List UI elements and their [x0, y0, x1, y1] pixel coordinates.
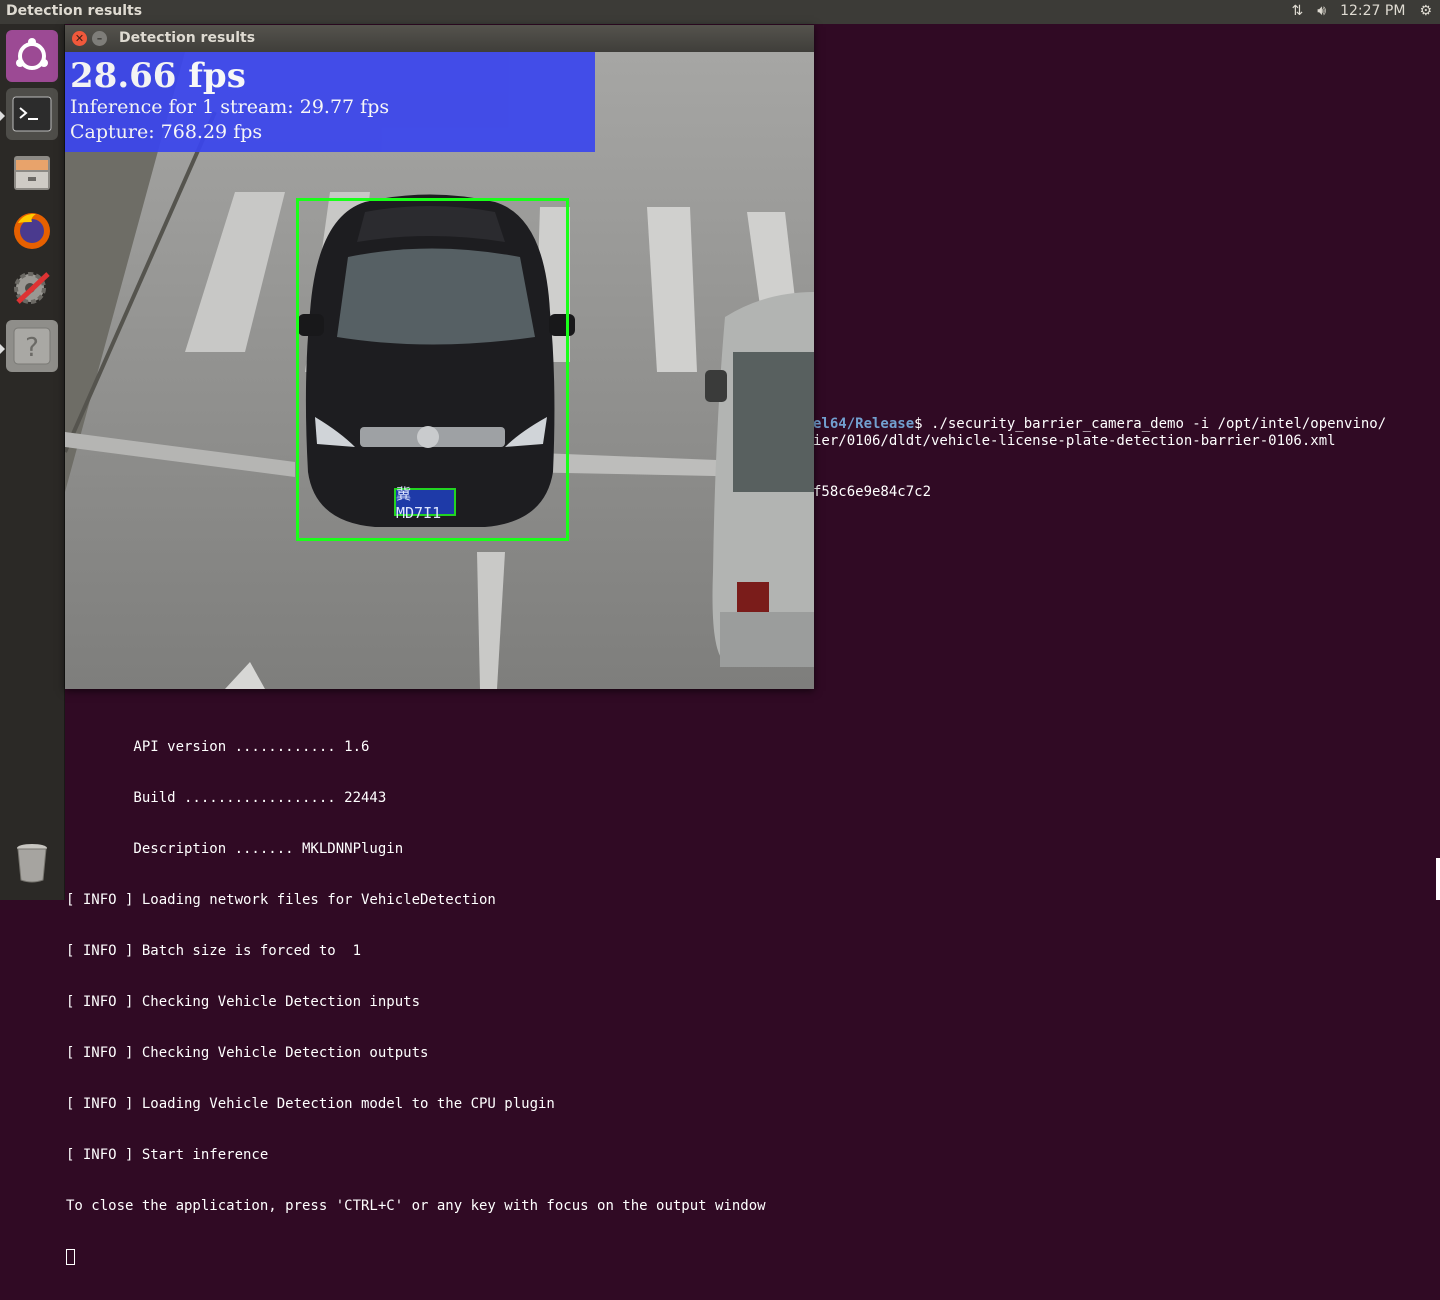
terminal-cursor — [66, 1249, 75, 1265]
output-line: Description ....... MKLDNNPlugin — [66, 841, 404, 857]
firefox-icon[interactable] — [6, 204, 58, 256]
close-button[interactable]: ✕ — [72, 31, 87, 46]
output-line: Build .................. 22443 — [66, 790, 387, 806]
launcher: ? — [0, 24, 65, 900]
output-line: [ INFO ] Checking Vehicle Detection inpu… — [66, 994, 421, 1010]
fps-value: 28.66 fps — [70, 56, 246, 96]
window-title: Detection results — [119, 30, 256, 46]
top-panel: Detection results ⇅ 🔊︎ 12:27 PM ⚙ — [0, 0, 1440, 24]
output-line: [ INFO ] Start inference — [66, 1147, 269, 1163]
fps-overlay: 28.66 fps Inference for 1 stream: 29.77 … — [65, 52, 595, 152]
output-line: [ INFO ] Checking Vehicle Detection outp… — [66, 1045, 429, 1061]
settings-icon[interactable] — [6, 262, 58, 314]
output-line: [ INFO ] Loading Vehicle Detection model… — [66, 1096, 555, 1112]
detection-results-window[interactable]: ✕ – Detection results 冀 MD7I1 28.66 fps … — [65, 25, 814, 689]
output-line: [ INFO ] Batch size is forced to 1 — [66, 943, 362, 959]
volume-icon[interactable]: 🔊︎ — [1317, 3, 1326, 19]
trash-icon[interactable] — [6, 836, 58, 888]
minimize-button[interactable]: – — [92, 31, 107, 46]
help-icon[interactable]: ? — [6, 320, 58, 372]
output-line: To close the application, press 'CTRL+C'… — [66, 1198, 766, 1214]
capture-fps: Capture: 768.29 fps — [70, 121, 263, 143]
terminal-command-continuation: ier/0106/dldt/vehicle-license-plate-dete… — [813, 433, 1336, 449]
terminal-path: el64/Release — [813, 416, 915, 432]
running-indicator — [0, 111, 5, 121]
output-line: API version ............ 1.6 — [66, 739, 370, 755]
terminal-scrollbar[interactable] — [1436, 858, 1440, 900]
ubuntu-logo-icon[interactable] — [6, 30, 58, 82]
network-updown-icon[interactable]: ⇅ — [1292, 3, 1304, 19]
terminal-output: API version ............ 1.6 Build .....… — [66, 705, 766, 1300]
terminal-command-line: el64/Release$ ./security_barrier_camera_… — [813, 416, 1386, 432]
running-indicator-2 — [0, 344, 5, 354]
terminal-hash: f58c6e9e84c7c2 — [813, 484, 932, 500]
terminal-command: $ ./security_barrier_camera_demo -i /opt… — [914, 416, 1387, 432]
svg-text:?: ? — [25, 333, 39, 363]
output-line: [ INFO ] Loading network files for Vehic… — [66, 892, 496, 908]
license-plate-detection: 冀 MD7I1 — [394, 485, 456, 522]
terminal-icon[interactable] — [6, 88, 58, 140]
window-titlebar[interactable]: ✕ – Detection results — [65, 25, 814, 52]
clock[interactable]: 12:27 PM — [1340, 3, 1405, 19]
inference-fps: Inference for 1 stream: 29.77 fps — [70, 96, 390, 118]
files-icon[interactable] — [6, 146, 58, 198]
active-window-title: Detection results — [6, 3, 143, 19]
power-gear-icon[interactable]: ⚙ — [1419, 3, 1432, 19]
